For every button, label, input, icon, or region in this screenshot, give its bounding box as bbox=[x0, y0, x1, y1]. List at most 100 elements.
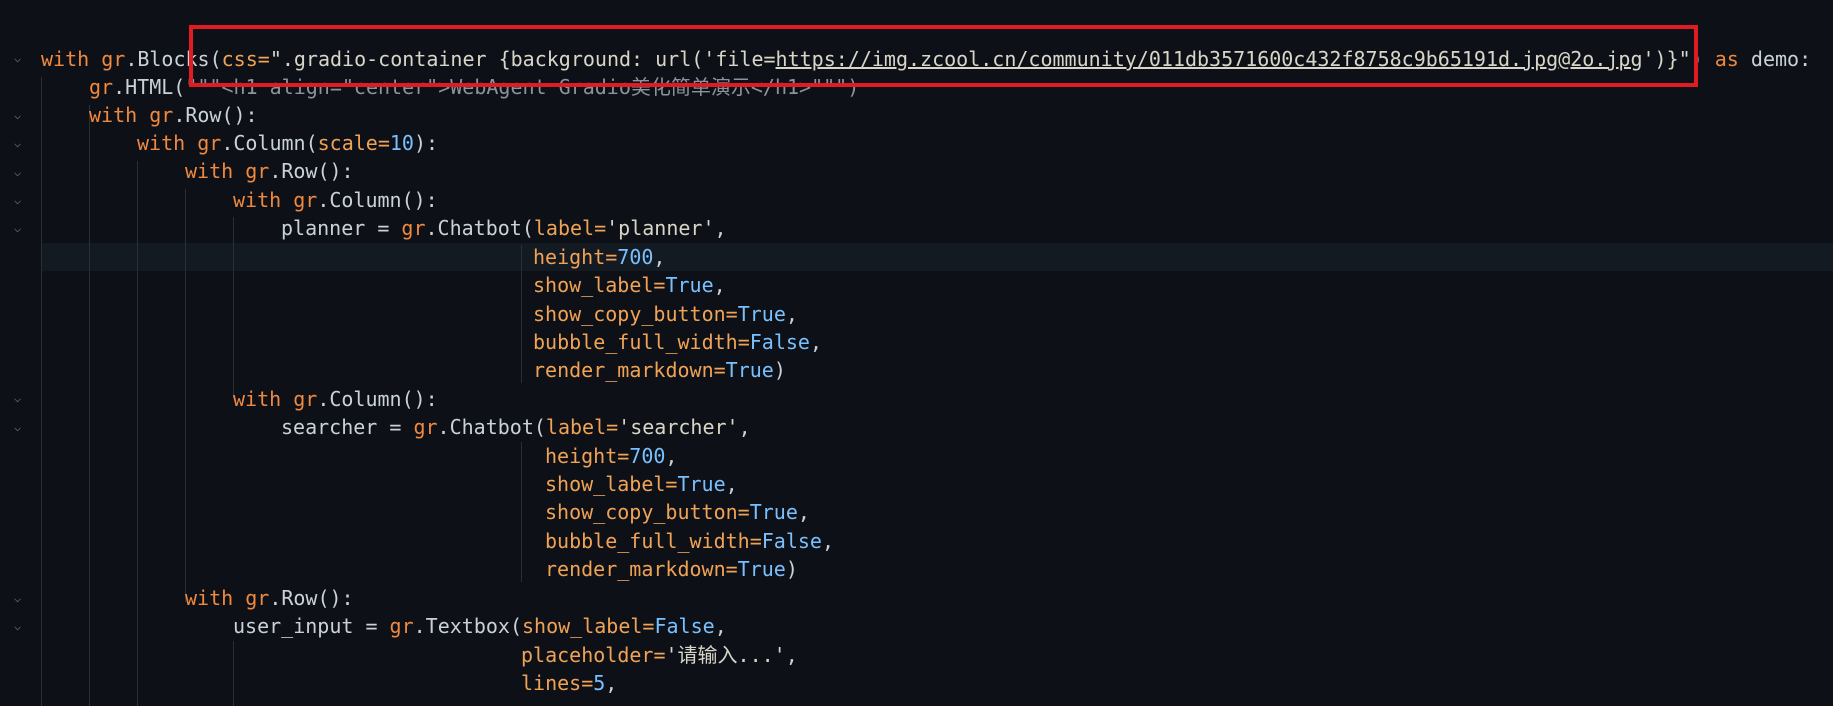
indent-guide bbox=[233, 641, 234, 706]
keyword: with bbox=[89, 103, 138, 127]
function-call: .Chatbot( bbox=[425, 216, 534, 240]
param-name: lines= bbox=[521, 671, 594, 695]
bool-literal: True bbox=[737, 302, 786, 326]
fold-chevron-icon[interactable]: ⌵ bbox=[14, 421, 26, 433]
code-line[interactable]: with gr.Row(): bbox=[185, 157, 354, 185]
code-line[interactable]: render_markdown=True) bbox=[545, 555, 798, 583]
module-name: gr bbox=[245, 586, 270, 610]
function-call: .Column(): bbox=[317, 387, 438, 411]
punctuation: ): bbox=[413, 131, 439, 155]
code-line[interactable]: render_markdown=True) bbox=[533, 356, 786, 384]
module-name: gr bbox=[101, 47, 126, 71]
fold-chevron-icon[interactable]: ⌵ bbox=[14, 222, 26, 234]
function-call: .Column( bbox=[221, 131, 318, 155]
punctuation: , bbox=[797, 500, 810, 524]
indent-guide bbox=[521, 442, 522, 582]
code-line[interactable]: with gr.Column(): bbox=[233, 186, 438, 214]
module-name: gr bbox=[401, 216, 426, 240]
code-line[interactable]: show_copy_button=True, bbox=[545, 498, 810, 526]
fold-chevron-icon[interactable]: ⌵ bbox=[14, 52, 26, 64]
number-literal: 10 bbox=[389, 131, 414, 155]
code-line[interactable]: placeholder='请输入...', bbox=[521, 641, 798, 669]
indent-guide bbox=[185, 189, 186, 602]
number-literal: 700 bbox=[629, 444, 666, 468]
code-line[interactable]: height=700, bbox=[533, 243, 665, 271]
code-editor[interactable]: ⌵ ⌵ ⌵ ⌵ ⌵ ⌵ ⌵ ⌵ ⌵ ⌵ with gr.Blocks(css="… bbox=[0, 0, 1833, 706]
fold-chevron-icon[interactable]: ⌵ bbox=[14, 194, 26, 206]
code-line[interactable]: with gr.Column(scale=10): bbox=[137, 129, 438, 157]
indent-guide bbox=[89, 105, 90, 706]
param-name: bubble_full_width= bbox=[545, 529, 762, 553]
function-call: .Row(): bbox=[173, 103, 258, 127]
param-name: height= bbox=[545, 444, 630, 468]
module-name: gr bbox=[149, 103, 174, 127]
code-line[interactable]: show_label=True, bbox=[533, 271, 726, 299]
code-line[interactable]: user_input = gr.Textbox(show_label=False… bbox=[233, 612, 727, 640]
indent-guide bbox=[137, 161, 138, 706]
code-line[interactable]: height=700, bbox=[545, 442, 677, 470]
keyword: with bbox=[137, 131, 186, 155]
code-line[interactable]: show_copy_button=True, bbox=[533, 300, 798, 328]
keyword: with bbox=[233, 188, 282, 212]
param-name: scale= bbox=[317, 131, 390, 155]
annotation-highlight-box bbox=[189, 25, 1698, 87]
fold-chevron-icon[interactable]: ⌵ bbox=[14, 620, 26, 632]
code-line[interactable]: searcher = gr.Chatbot(label='searcher', bbox=[281, 413, 751, 441]
number-literal: 700 bbox=[617, 245, 654, 269]
code-line[interactable]: show_label=True, bbox=[545, 470, 738, 498]
keyword: with bbox=[233, 387, 282, 411]
function-call: .Row(): bbox=[269, 159, 354, 183]
param-name: show_label= bbox=[522, 614, 655, 638]
punctuation: , bbox=[809, 330, 823, 354]
fold-chevron-icon[interactable]: ⌵ bbox=[14, 592, 26, 604]
module-name: gr bbox=[293, 188, 318, 212]
function-call: .Column(): bbox=[317, 188, 438, 212]
punctuation: , bbox=[785, 302, 798, 326]
function-call: .HTML( bbox=[113, 75, 186, 99]
module-name: gr bbox=[197, 131, 222, 155]
module-name: gr bbox=[389, 614, 414, 638]
param-name: bubble_full_width= bbox=[533, 330, 750, 354]
punctuation: , bbox=[713, 273, 726, 297]
function-call: .Row(): bbox=[269, 586, 354, 610]
code-line[interactable]: with gr.Row(): bbox=[185, 584, 354, 612]
param-name: show_label= bbox=[545, 472, 678, 496]
indent-guide bbox=[41, 77, 42, 706]
bool-literal: False bbox=[654, 614, 715, 638]
code-line[interactable]: with gr.Row(): bbox=[89, 101, 258, 129]
code-line[interactable]: with gr.Column(): bbox=[233, 385, 438, 413]
keyword: as bbox=[1714, 47, 1739, 71]
current-line-highlight bbox=[41, 243, 1833, 271]
punctuation: , bbox=[665, 444, 678, 468]
param-name: label= bbox=[545, 415, 619, 439]
fold-chevron-icon[interactable]: ⌵ bbox=[14, 109, 26, 121]
bool-literal: False bbox=[761, 529, 822, 553]
code-line[interactable]: lines=5, bbox=[521, 669, 617, 697]
code-line[interactable]: bubble_full_width=False, bbox=[545, 527, 834, 555]
param-name: show_copy_button= bbox=[533, 302, 738, 326]
bool-literal: True bbox=[725, 358, 774, 382]
fold-chevron-icon[interactable]: ⌵ bbox=[14, 137, 26, 149]
number-literal: 5 bbox=[593, 671, 606, 695]
variable-assign: user_input = bbox=[233, 614, 390, 638]
punctuation: , bbox=[653, 245, 666, 269]
indent-guide bbox=[521, 245, 522, 383]
function-call: .Chatbot( bbox=[437, 415, 546, 439]
module-name: gr bbox=[89, 75, 114, 99]
string-literal: 'searcher' bbox=[618, 415, 739, 439]
punctuation: ) bbox=[773, 358, 786, 382]
punctuation: , bbox=[821, 529, 835, 553]
keyword: with bbox=[185, 159, 234, 183]
param-name: placeholder= bbox=[521, 643, 666, 667]
keyword: with bbox=[41, 47, 90, 71]
fold-chevron-icon[interactable]: ⌵ bbox=[14, 392, 26, 404]
param-name: label= bbox=[533, 216, 607, 240]
fold-chevron-icon[interactable]: ⌵ bbox=[14, 166, 26, 178]
param-name: show_copy_button= bbox=[545, 500, 750, 524]
param-name: height= bbox=[533, 245, 618, 269]
punctuation: , bbox=[714, 614, 727, 638]
param-name: render_markdown= bbox=[545, 557, 738, 581]
param-name: render_markdown= bbox=[533, 358, 726, 382]
code-line[interactable]: planner = gr.Chatbot(label='planner', bbox=[281, 214, 727, 242]
code-line[interactable]: bubble_full_width=False, bbox=[533, 328, 822, 356]
